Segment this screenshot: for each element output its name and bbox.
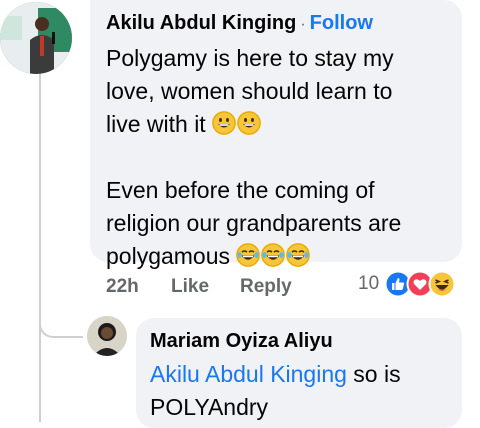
comment-line-with-emoji: live with it — [106, 108, 456, 141]
mention-link[interactable]: Akilu Abdul Kinging — [150, 361, 347, 387]
comment-line: religion our grandparents are — [106, 210, 402, 236]
reaction-icons — [384, 270, 458, 298]
comment-line-text: polygamous — [106, 243, 231, 269]
avatar-photo — [0, 2, 72, 74]
comment-header: Akilu Abdul Kinging · Follow — [106, 12, 373, 35]
comment-line: Even before the coming of — [106, 177, 375, 203]
reactions-summary[interactable]: 10 — [358, 270, 458, 300]
comment-line-text: live with it — [106, 111, 206, 137]
tears-of-joy-emoji — [261, 243, 286, 267]
comment-line: Polygamy is here to stay my — [106, 45, 394, 71]
comment-timestamp[interactable]: 22h — [106, 276, 139, 298]
reply-author[interactable]: Mariam Oyiza Aliyu — [150, 330, 333, 353]
reply-avatar-photo — [87, 316, 127, 356]
reply-bubble: Mariam Oyiza Aliyu Akilu Abdul Kinging s… — [136, 318, 462, 428]
grinning-face-emoji — [237, 111, 262, 135]
reply-text: so is — [346, 361, 401, 387]
comment-body: Polygamy is here to stay my love, women … — [106, 42, 456, 273]
comment-author[interactable]: Akilu Abdul Kinging — [106, 12, 296, 34]
avatar[interactable] — [0, 2, 72, 74]
reaction-count: 10 — [358, 273, 380, 294]
thread-line — [39, 72, 41, 422]
reply-line: Akilu Abdul Kinging so is — [150, 358, 455, 391]
reply-body: Akilu Abdul Kinging so is POLYAndry — [150, 358, 455, 424]
haha-reaction-icon — [428, 270, 456, 298]
reply-avatar[interactable] — [87, 316, 127, 356]
like-button[interactable]: Like — [171, 276, 209, 298]
tears-of-joy-emoji — [236, 243, 261, 267]
separator: · — [300, 16, 306, 33]
follow-button[interactable]: Follow — [310, 12, 373, 34]
comment-bubble: Akilu Abdul Kinging · Follow Polygamy is h… — [90, 0, 462, 269]
thread-branch-curve — [39, 300, 83, 338]
reply-button[interactable]: Reply — [240, 276, 292, 298]
comment-line-with-emoji: polygamous — [106, 240, 456, 273]
reply-line: POLYAndry — [150, 394, 269, 420]
comment-line: love, women should learn to — [106, 78, 393, 104]
grinning-face-emoji — [212, 111, 237, 135]
tears-of-joy-emoji — [286, 243, 311, 267]
